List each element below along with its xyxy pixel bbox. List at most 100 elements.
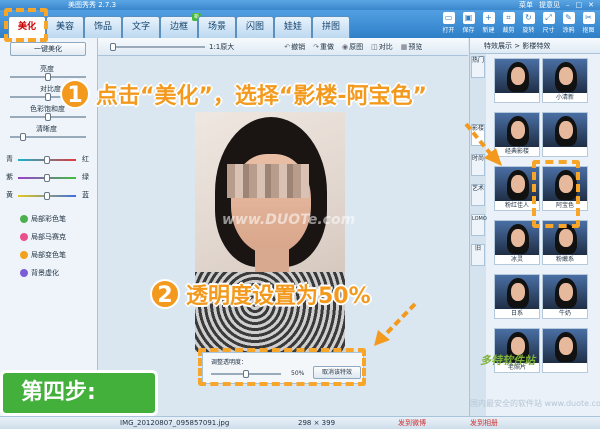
local-recolor-pen-button[interactable]: 局部变色笔	[20, 250, 66, 260]
redo-label: 重做	[320, 42, 335, 51]
share-weibo-button[interactable]: 发到微博	[398, 417, 426, 429]
zoom-slider-handle[interactable]	[110, 42, 116, 51]
feature-label: 局部变色笔	[31, 251, 66, 259]
mosaic-icon	[20, 233, 28, 241]
save-icon: ▣	[462, 12, 475, 24]
preview-label: 预览	[408, 42, 423, 51]
effect-thumb[interactable]	[542, 328, 588, 373]
resize-button[interactable]: ⤢ 尺寸	[539, 12, 558, 38]
highlight-transparency	[198, 348, 366, 386]
contrast-label: 对比度	[40, 85, 61, 93]
rotate-button[interactable]: ↻ 旋转	[519, 12, 538, 38]
slider-handle[interactable]	[44, 174, 50, 182]
sharpness-slider[interactable]	[10, 133, 86, 141]
redo-button[interactable]: ↷重做	[313, 42, 334, 52]
step2-annotation: 2 透明度设置为50%	[150, 278, 371, 310]
local-color-pen-button[interactable]: 局部彩色笔	[20, 214, 66, 224]
compare-icon: ◫	[371, 42, 378, 51]
original-button[interactable]: ◉原图	[342, 42, 363, 52]
cutout-button[interactable]: ✂ 抠图	[579, 12, 598, 38]
thumb-caption: 日系	[510, 310, 523, 317]
undo-button[interactable]: ↶撤销	[284, 42, 305, 52]
effect-thumb[interactable]: 小清新	[542, 58, 588, 103]
thumb-image	[543, 329, 587, 363]
blur-icon	[20, 269, 28, 277]
tab-doll[interactable]: 娃娃	[274, 16, 312, 38]
slider-handle[interactable]	[45, 113, 51, 121]
eye-icon: ◉	[342, 42, 349, 51]
zoom-slider[interactable]	[110, 42, 205, 51]
tab-popular[interactable]: 热门	[471, 56, 485, 78]
feature-label: 背景虚化	[31, 269, 59, 277]
preview-button[interactable]: ▦预览	[401, 42, 423, 52]
tab-vintage[interactable]: 旧	[471, 244, 485, 266]
compare-button[interactable]: ◫对比	[371, 42, 393, 52]
close-icon[interactable]: ✕	[588, 0, 594, 10]
effect-thumb[interactable]: 日系	[494, 274, 540, 319]
edit-toolbar: 1:1原大 ↶撤销 ↷重做 ◉原图 ◫对比 ▦预览	[98, 38, 468, 56]
menu-button[interactable]: 菜单	[519, 0, 533, 10]
effect-thumb[interactable]: 牛奶	[542, 274, 588, 319]
recolor-pen-icon	[20, 251, 28, 259]
resize-icon: ⤢	[542, 12, 555, 24]
thumb-caption: 小清新	[555, 94, 574, 101]
thumb-caption: 冰灵	[510, 256, 523, 263]
purple-green-slider[interactable]	[18, 174, 76, 182]
new-icon: +	[482, 12, 495, 24]
saturation-slider[interactable]	[10, 113, 86, 121]
tab-frame[interactable]: 边框新	[160, 13, 201, 38]
new-button[interactable]: + 新建	[479, 12, 498, 38]
title-bar: 美图秀秀 2.7.3 菜单 提意见 – □ ✕	[0, 0, 600, 10]
thumb-caption	[495, 93, 539, 102]
arrow-to-transparency-icon	[374, 302, 417, 346]
undo-icon: ↶	[284, 42, 291, 51]
yellow-blue-slider[interactable]	[18, 192, 76, 200]
local-mosaic-button[interactable]: 局部马赛克	[20, 232, 66, 242]
doodle-button[interactable]: ✎ 涂鸦	[559, 12, 578, 38]
tool-label: 打开	[442, 27, 455, 34]
background-blur-button[interactable]: 背景虚化	[20, 268, 59, 278]
slider-handle[interactable]	[44, 156, 50, 164]
thumb-image	[543, 275, 587, 309]
status-bar: IMG_20120807_095857091.jpg 298 × 399 发到微…	[0, 416, 600, 429]
zoom-label[interactable]: 1:1原大	[209, 42, 234, 52]
maximize-icon[interactable]: □	[576, 0, 583, 10]
tab-text[interactable]: 文字	[122, 16, 160, 38]
tab-accessories[interactable]: 饰品	[84, 16, 122, 38]
thumb-image	[543, 59, 587, 93]
open-button[interactable]: ▭ 打开	[439, 12, 458, 38]
step2-text: 透明度设置为50%	[186, 284, 371, 309]
feedback-button[interactable]: 提意见	[539, 0, 560, 10]
slider-handle[interactable]	[44, 192, 50, 200]
one-click-beautify-button[interactable]: 一键美化	[10, 42, 86, 56]
app-window: 美图秀秀 2.7.3 菜单 提意见 – □ ✕ 美化 美容 饰品 文字 边框新 …	[0, 0, 600, 429]
undo-label: 撤销	[291, 42, 306, 51]
share-album-button[interactable]: 发到相册	[470, 417, 498, 429]
tab-scene[interactable]: 场景	[198, 16, 236, 38]
slider-handle[interactable]	[45, 93, 51, 101]
tab-collage[interactable]: 拼图	[312, 16, 350, 38]
tab-flash[interactable]: 闪图	[236, 16, 274, 38]
tab-art[interactable]: 艺术	[471, 184, 485, 206]
slider-handle[interactable]	[45, 73, 51, 81]
save-button[interactable]: ▣ 保存	[459, 12, 478, 38]
edited-photo[interactable]	[195, 112, 345, 352]
compare-label: 对比	[378, 42, 393, 51]
brush-icon: ✎	[562, 12, 575, 24]
cyan-red-slider[interactable]	[18, 156, 76, 164]
effects-breadcrumb: 特效展示 > 影楼特效	[470, 38, 600, 54]
watermark-text: www.DUOTe.com	[222, 212, 356, 228]
minimize-icon[interactable]: –	[566, 0, 570, 10]
crop-button[interactable]: ⌗ 裁剪	[499, 12, 518, 38]
tab-lomo[interactable]: LOMO	[471, 214, 487, 236]
image-size: 298 × 399	[298, 419, 336, 427]
effect-thumb[interactable]	[542, 112, 588, 157]
tool-label: 新建	[482, 27, 495, 34]
scissors-icon: ✂	[582, 12, 595, 24]
arrow-to-effect-icon	[464, 122, 502, 166]
tab-beauty[interactable]: 美容	[46, 16, 84, 38]
duote-logo: 多特软件站	[480, 354, 535, 367]
effect-thumb[interactable]	[494, 58, 540, 103]
slider-handle[interactable]	[20, 133, 26, 141]
step-badge: 第四步:	[0, 370, 158, 416]
